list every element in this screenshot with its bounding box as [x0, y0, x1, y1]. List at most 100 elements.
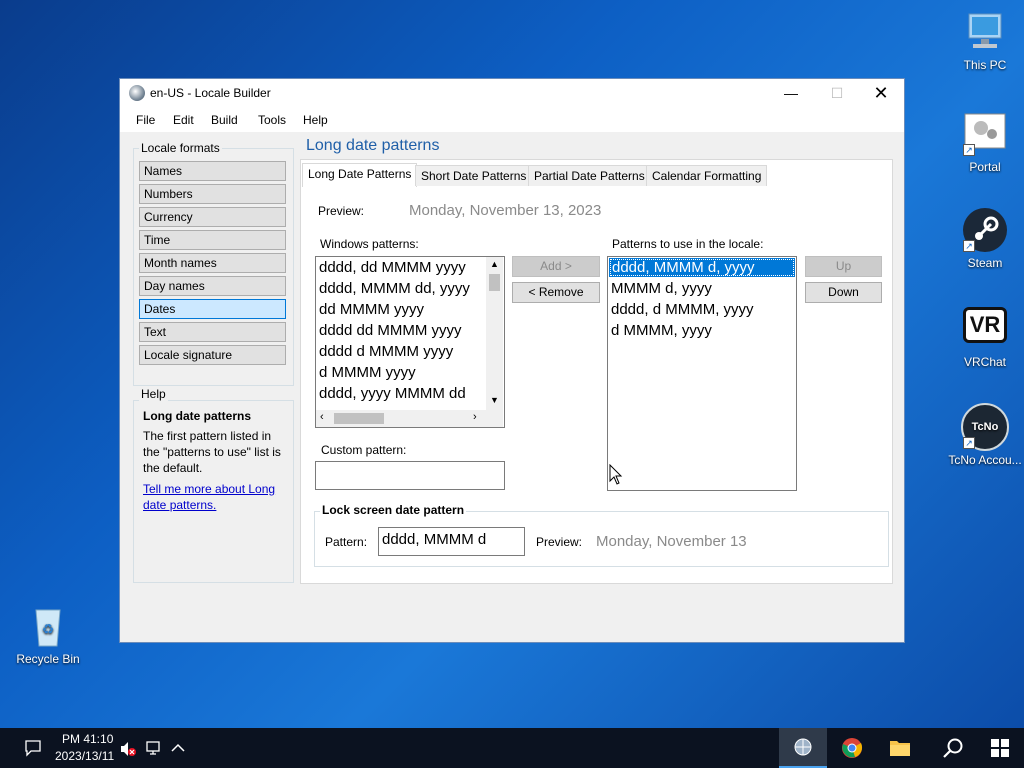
list-item[interactable]: dd MMMM yyyy: [316, 299, 504, 320]
clock-time[interactable]: PM 41:10: [62, 732, 113, 746]
clock-date[interactable]: 2023/13/11: [55, 749, 114, 763]
lock-screen-title: Lock screen date pattern: [320, 503, 467, 517]
nav-text[interactable]: Text: [139, 322, 286, 342]
scroll-right-icon[interactable]: ›: [473, 411, 477, 423]
shortcut-arrow-icon: ↗: [963, 437, 975, 449]
preview-value: Monday, November 13, 2023: [409, 202, 602, 219]
lock-pattern-input[interactable]: dddd, MMMM d: [378, 527, 525, 556]
menu-edit[interactable]: Edit: [173, 113, 194, 127]
desktop-icon-label: This PC: [963, 58, 1007, 72]
tcno-icon: TcNo ↗: [961, 403, 1009, 451]
custom-pattern-label: Custom pattern:: [321, 443, 407, 457]
desktop-icon-label: Steam: [967, 256, 1003, 270]
remove-button[interactable]: < Remove: [512, 282, 600, 303]
tab-partial-date-patterns[interactable]: Partial Date Patterns: [528, 165, 651, 186]
windows-patterns-list[interactable]: dddd, dd MMMM yyyy dddd, MMMM dd, yyyy d…: [315, 256, 505, 428]
locale-patterns-list[interactable]: dddd, MMMM d, yyyy MMMM d, yyyy dddd, d …: [607, 256, 797, 491]
help-body: The first pattern listed in the "pattern…: [143, 429, 281, 475]
desktop-icon-portal[interactable]: ↗ Portal: [948, 110, 1022, 175]
add-button[interactable]: Add >: [512, 256, 600, 277]
computer-icon: [961, 8, 1009, 56]
list-item[interactable]: dddd, yyyy MMMM dd: [316, 383, 504, 404]
desktop-icon-recycle-bin[interactable]: ♻ Recycle Bin: [11, 602, 85, 667]
mouse-cursor-icon: [609, 464, 623, 485]
volume-muted-icon[interactable]: [119, 740, 137, 758]
taskbar: PM 41:10 2023/13/11: [0, 728, 1024, 768]
nav-dates[interactable]: Dates: [139, 299, 286, 319]
scroll-corner: [486, 410, 503, 427]
steam-icon: ↗: [961, 206, 1009, 254]
app-icon: [129, 85, 145, 101]
horizontal-scrollbar[interactable]: ‹ ›: [316, 410, 486, 427]
taskbar-locale-builder[interactable]: [779, 728, 827, 768]
taskbar-search[interactable]: [928, 728, 976, 768]
shortcut-arrow-icon: ↗: [963, 240, 975, 252]
svg-text:♻: ♻: [42, 621, 55, 637]
locale-builder-window: en-US - Locale Builder — ☐ ✕ File Edit B…: [119, 78, 905, 643]
scroll-h-thumb[interactable]: [334, 413, 384, 424]
desktop-icon-this-pc[interactable]: This PC: [948, 8, 1022, 73]
scroll-thumb[interactable]: [489, 274, 500, 291]
list-item-selected[interactable]: dddd, MMMM d, yyyy: [609, 258, 795, 277]
folder-icon: [890, 741, 910, 756]
window-title: en-US - Locale Builder: [150, 86, 271, 100]
menu-tools[interactable]: Tools: [258, 113, 286, 127]
tab-short-date-patterns[interactable]: Short Date Patterns: [415, 165, 533, 186]
nav-names[interactable]: Names: [139, 161, 286, 181]
lock-pattern-label: Pattern:: [325, 535, 368, 549]
desktop-icon-steam[interactable]: ↗ Steam: [948, 206, 1022, 271]
nav-locale-signature[interactable]: Locale signature: [139, 345, 286, 365]
down-button[interactable]: Down: [805, 282, 882, 303]
help-title: Help: [139, 387, 168, 401]
menu-bar: File Edit Build Tools Help: [120, 108, 904, 132]
desktop-icon-label: TcNo Accou...: [948, 453, 1022, 467]
nav-month-names[interactable]: Month names: [139, 253, 286, 273]
nav-numbers[interactable]: Numbers: [139, 184, 286, 204]
tab-calendar-formatting[interactable]: Calendar Formatting: [646, 165, 768, 186]
list-item[interactable]: dddd, d MMMM, yyyy: [608, 299, 796, 320]
desktop-icon-tcno[interactable]: TcNo ↗ TcNo Accou...: [948, 403, 1022, 468]
menu-help[interactable]: Help: [303, 113, 328, 127]
scroll-down-icon[interactable]: ▼: [490, 395, 499, 405]
list-item[interactable]: dddd, MMMM dd, yyyy: [316, 278, 504, 299]
list-item[interactable]: dddd, dd MMMM yyyy: [316, 257, 504, 278]
list-item[interactable]: dddd dd MMMM yyyy: [316, 320, 504, 341]
recycle-bin-icon: ♻: [24, 602, 72, 650]
menu-file[interactable]: File: [136, 113, 155, 127]
desktop-icon-label: Portal: [969, 160, 1001, 174]
list-item[interactable]: d MMMM, yyyy: [608, 320, 796, 341]
windows-logo-icon: [991, 739, 1009, 757]
chrome-icon: [842, 738, 863, 758]
network-icon[interactable]: [145, 740, 163, 758]
up-button[interactable]: Up: [805, 256, 882, 277]
chevron-up-icon[interactable]: [170, 740, 186, 756]
windows-patterns-label: Windows patterns:: [320, 237, 419, 251]
desktop-icon-vrchat[interactable]: VR VRChat: [948, 305, 1022, 370]
custom-pattern-input[interactable]: [315, 461, 505, 490]
start-button[interactable]: [976, 728, 1024, 768]
title-bar: en-US - Locale Builder — ☐ ✕: [120, 79, 904, 108]
action-center-icon[interactable]: [24, 739, 42, 757]
nav-time[interactable]: Time: [139, 230, 286, 250]
tab-long-date-patterns[interactable]: Long Date Patterns: [302, 163, 418, 187]
close-button[interactable]: ✕: [858, 79, 904, 108]
nav-day-names[interactable]: Day names: [139, 276, 286, 296]
scroll-left-icon[interactable]: ‹: [320, 411, 324, 423]
minimize-button[interactable]: —: [768, 79, 814, 108]
nav-currency[interactable]: Currency: [139, 207, 286, 227]
list-item[interactable]: dddd d MMMM yyyy: [316, 341, 504, 362]
search-icon: [943, 738, 963, 758]
maximize-button[interactable]: ☐: [814, 79, 860, 108]
taskbar-file-explorer[interactable]: [876, 728, 924, 768]
list-item[interactable]: MMMM d, yyyy: [608, 278, 796, 299]
scroll-up-icon[interactable]: ▲: [490, 259, 499, 269]
taskbar-chrome[interactable]: [828, 728, 876, 768]
shortcut-arrow-icon: ↗: [963, 144, 975, 156]
section-title: Long date patterns: [306, 137, 440, 154]
help-link[interactable]: Tell me more about Long date patterns.: [143, 481, 283, 513]
vrchat-icon: VR: [961, 305, 1009, 353]
menu-build[interactable]: Build: [211, 113, 238, 127]
lock-preview-label: Preview:: [536, 535, 583, 549]
list-item[interactable]: d MMMM yyyy: [316, 362, 504, 383]
vertical-scrollbar[interactable]: ▲ ▼: [486, 257, 503, 410]
